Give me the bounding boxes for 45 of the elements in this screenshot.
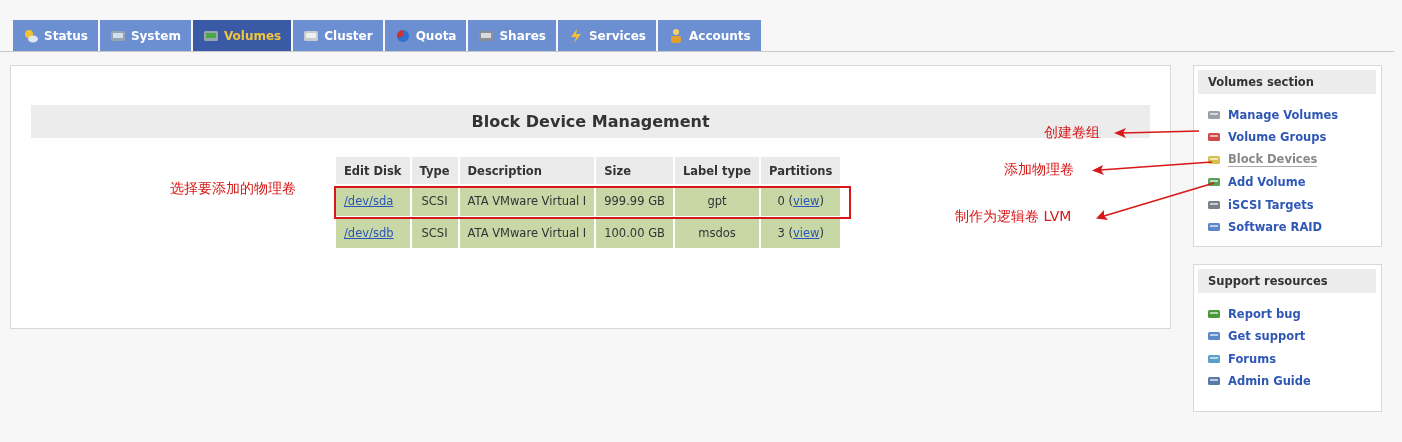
view-link[interactable]: view <box>792 194 820 208</box>
tab[interactable]: Shares <box>468 20 556 51</box>
tab[interactable]: Volumes <box>192 20 292 51</box>
tab[interactable]: Cluster <box>293 20 383 51</box>
sidebar-link[interactable]: iSCSI Targets <box>1228 197 1314 212</box>
sidebar-link[interactable]: Report bug <box>1228 306 1301 321</box>
pie-icon <box>394 27 411 44</box>
tab[interactable]: Accounts <box>658 20 761 51</box>
table-cell: SCSI <box>411 186 458 216</box>
table-cell: 3 (view) <box>761 218 841 248</box>
table-cell: ATA VMware Virtual I <box>459 218 595 248</box>
sidebar-link[interactable]: Add Volume <box>1228 175 1306 190</box>
column-header: Label type <box>674 157 760 184</box>
sidebar-link[interactable]: Get support <box>1228 329 1306 344</box>
sidebar-link[interactable]: Admin Guide <box>1228 374 1311 389</box>
view-link[interactable]: view <box>792 226 820 240</box>
sidebar-link[interactable]: Manage Volumes <box>1228 107 1339 122</box>
column-header: Type <box>411 157 458 184</box>
annotation-label: 制作为逻辑卷 LVM <box>955 208 1072 226</box>
sidebar-link[interactable]: Software RAID <box>1228 220 1323 235</box>
tab[interactable]: Quota <box>384 20 467 51</box>
column-header: Size <box>596 157 673 184</box>
table-cell: ATA VMware Virtual I <box>459 186 595 216</box>
tab[interactable]: System <box>99 20 191 51</box>
sidebar-link[interactable]: Forums <box>1228 351 1276 366</box>
table-cell: 999.99 GB <box>596 186 673 216</box>
sun-cloud-icon <box>23 27 39 44</box>
column-header: Partitions <box>761 157 841 184</box>
tab[interactable]: Services <box>557 20 656 51</box>
sidebar-heading: Volumes section <box>1198 70 1376 94</box>
person-icon <box>668 27 684 44</box>
column-header: Edit Disk <box>336 157 410 184</box>
annotation-label: 创建卷组 <box>1044 124 1100 142</box>
sidebar-heading: Support resources <box>1198 269 1376 293</box>
sidebar-link[interactable]: Volume Groups <box>1228 130 1327 145</box>
table-cell: gpt <box>674 186 760 216</box>
column-header: Description <box>459 157 595 184</box>
table-cell: SCSI <box>411 218 458 248</box>
annotation-label: 选择要添加的物理卷 <box>170 180 296 198</box>
sidebar-link[interactable]: Block Devices <box>1228 152 1318 168</box>
table-cell: 0 (view) <box>761 186 841 216</box>
annotation-label: 添加物理卷 <box>1004 161 1074 179</box>
tab[interactable]: Status <box>13 20 98 51</box>
table-cell: msdos <box>674 218 760 248</box>
table-cell: 100.00 GB <box>596 218 673 248</box>
